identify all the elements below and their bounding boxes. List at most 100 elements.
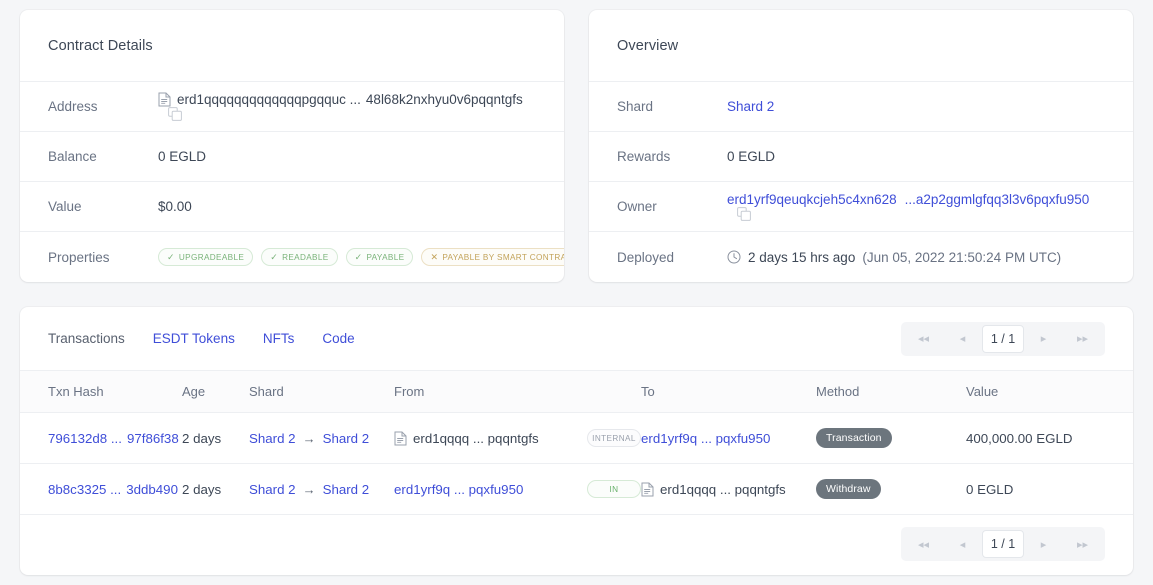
tab-transactions[interactable]: Transactions: [48, 331, 125, 346]
owner-address-suffix-link[interactable]: ...a2p2ggmlgfqq3l3v6pqxfu950: [905, 192, 1090, 207]
cross-icon: ✕: [430, 251, 439, 262]
header-shard: Shard: [249, 371, 394, 413]
direction-badge: INTERNAL: [587, 429, 641, 447]
header-age: Age: [182, 371, 249, 413]
direction-badge: IN: [587, 480, 641, 498]
detail-row-shard: Shard Shard 2: [589, 82, 1133, 132]
properties-label: Properties: [48, 249, 110, 265]
overview-card: Overview Shard Shard 2 Rewards 0 EGLD Ow…: [589, 10, 1133, 282]
shard-route: Shard 2 → Shard 2: [249, 482, 394, 497]
txn-hash-prefix-link[interactable]: 8b8c3325 ...: [48, 482, 121, 497]
table-header-row: Txn Hash Age Shard From To Method Value: [20, 371, 1133, 413]
arrow-right-icon: →: [302, 481, 316, 497]
cell-to: erd1qqqq ... pqqntgfs: [641, 463, 816, 515]
pagination-prev-button[interactable]: ◂: [943, 325, 982, 353]
shard-from-link[interactable]: Shard 2: [249, 482, 296, 497]
rewards-label: Rewards: [617, 149, 671, 164]
table-footer: ◂◂ ◂ 1 / 1 ▸ ▸▸: [20, 515, 1133, 575]
cell-shard: Shard 2 → Shard 2: [249, 412, 394, 464]
owner-value: erd1yrf9qeuqkcjeh5c4xn628 ...a2p2ggmlgfq…: [727, 192, 1105, 221]
overview-header: Overview: [589, 10, 1133, 82]
badge-readable-label: READABLE: [282, 252, 329, 262]
shard-to-link[interactable]: Shard 2: [323, 431, 370, 446]
from-address-link[interactable]: erd1yrf9q ... pqxfu950: [394, 482, 523, 497]
cell-shard: Shard 2 → Shard 2: [249, 463, 394, 515]
address-suffix: 48l68k2nxhyu0v6pqqntgfs: [365, 92, 523, 107]
badge-upgradeable-label: UPGRADEABLE: [178, 252, 245, 262]
document-icon: [158, 92, 171, 107]
cell-from: erd1yrf9q ... pqxfu950 IN: [394, 463, 641, 515]
pagination-top: ◂◂ ◂ 1 / 1 ▸ ▸▸: [901, 321, 1105, 356]
check-icon: ✓: [354, 251, 363, 262]
header-value: Value: [966, 371, 1133, 413]
to-address-text: erd1qqqq ... pqqntgfs: [660, 481, 786, 497]
arrow-right-icon: →: [302, 430, 316, 446]
header-from: From: [394, 371, 641, 413]
tab-esdt-tokens[interactable]: ESDT Tokens: [153, 331, 235, 346]
deployed-absolute: (Jun 05, 2022 21:50:24 PM UTC): [862, 249, 1062, 265]
document-icon: [641, 482, 654, 497]
to-address-link[interactable]: erd1yrf9q ... pqxfu950: [641, 431, 770, 446]
cell-from: erd1qqqq ... pqqntgfs INTERNAL: [394, 412, 641, 464]
badge-payable-by-smart-contract-label: PAYABLE BY SMART CONTRACT: [442, 252, 564, 262]
detail-row-address: Address erd1qqqqqqqqqqqqqpgqquc ... 48l6…: [20, 82, 564, 132]
detail-row-balance: Balance 0 EGLD: [20, 132, 564, 182]
contract-details-card: Contract Details Address erd1qqqqqqqqqqq…: [20, 10, 564, 282]
overview-title: Overview: [617, 37, 679, 54]
table-body: 796132d8 ... 97f86f38 2 days Shard 2 → Sh…: [20, 412, 1133, 515]
from-address-group: erd1yrf9q ... pqxfu950: [394, 482, 523, 497]
shard-from-link[interactable]: Shard 2: [249, 431, 296, 446]
cell-method: Withdraw: [816, 463, 966, 515]
txn-hash-suffix-link[interactable]: 97f86f38: [127, 431, 179, 446]
badge-readable: ✓ READABLE: [261, 248, 338, 266]
badge-payable-by-smart-contract: ✕ PAYABLE BY SMART CONTRACT: [421, 248, 564, 266]
copy-icon[interactable]: [737, 207, 751, 221]
pagination-bottom: ◂◂ ◂ 1 / 1 ▸ ▸▸: [901, 527, 1105, 561]
table-row: 796132d8 ... 97f86f38 2 days Shard 2 → Sh…: [20, 412, 1133, 464]
cell-to: erd1yrf9q ... pqxfu950: [641, 412, 816, 464]
check-icon: ✓: [167, 251, 175, 262]
pagination-current-page: 1 / 1: [982, 324, 1024, 353]
pagination-next-button[interactable]: ▸: [1024, 325, 1063, 353]
detail-row-deployed: Deployed 2 days 15 hrs ago (Jun 05, 2022…: [589, 232, 1133, 282]
pagination-last-button[interactable]: ▸▸: [1063, 325, 1102, 353]
address-value: erd1qqqqqqqqqqqqqpgqquc ... 48l68k2nxhyu…: [158, 92, 536, 121]
deployed-value: 2 days 15 hrs ago (Jun 05, 2022 21:50:24…: [727, 250, 1061, 265]
txn-hash-prefix-link[interactable]: 796132d8 ...: [48, 431, 122, 446]
properties-badges: ✓ UPGRADEABLE ✓ READABLE ✓ PAYABLE ✕ PAY…: [158, 248, 564, 266]
properties-value: ✓ UPGRADEABLE ✓ READABLE ✓ PAYABLE ✕ PAY…: [158, 248, 564, 266]
rewards-value: 0 EGLD: [727, 149, 776, 164]
deployed-relative: 2 days 15 hrs ago: [748, 249, 856, 265]
deployed-label: Deployed: [617, 249, 675, 265]
pagination-first-button[interactable]: ◂◂: [904, 530, 943, 558]
balance-value: 0 EGLD: [158, 149, 207, 164]
from-address-group: erd1qqqq ... pqqntgfs: [394, 431, 539, 446]
pagination-first-button[interactable]: ◂◂: [904, 325, 943, 353]
shard-link[interactable]: Shard 2: [727, 99, 774, 114]
detail-row-owner: Owner erd1yrf9qeuqkcjeh5c4xn628 ...a2p2g…: [589, 182, 1133, 232]
cell-age: 2 days: [182, 412, 249, 464]
txn-hash-suffix-link[interactable]: 3ddb490: [126, 482, 178, 497]
pagination-last-button[interactable]: ▸▸: [1063, 530, 1102, 558]
detail-row-rewards: Rewards 0 EGLD: [589, 132, 1133, 182]
pagination-prev-button[interactable]: ◂: [943, 530, 982, 558]
pagination-next-button[interactable]: ▸: [1024, 530, 1063, 558]
owner-address-prefix-link[interactable]: erd1yrf9qeuqkcjeh5c4xn628: [727, 192, 897, 207]
detail-row-properties: Properties ✓ UPGRADEABLE ✓ READABLE ✓ PA…: [20, 232, 564, 282]
balance-label: Balance: [48, 149, 97, 164]
value-label: Value: [48, 199, 82, 214]
to-address-group: erd1qqqq ... pqqntgfs: [641, 482, 816, 497]
clock-icon: [727, 250, 741, 264]
check-icon: ✓: [270, 251, 279, 262]
cell-value: 0 EGLD: [966, 463, 1133, 515]
contract-details-header: Contract Details: [20, 10, 564, 82]
to-address-group: erd1yrf9q ... pqxfu950: [641, 431, 816, 446]
shard-to-link[interactable]: Shard 2: [323, 482, 370, 497]
copy-icon[interactable]: [168, 107, 182, 121]
method-badge: Withdraw: [816, 479, 881, 499]
tab-nfts[interactable]: NFTs: [263, 331, 295, 346]
cell-method: Transaction: [816, 412, 966, 464]
tab-code[interactable]: Code: [322, 331, 354, 346]
from-address-text: erd1qqqq ... pqqntgfs: [413, 430, 539, 446]
pagination-current-page: 1 / 1: [982, 530, 1024, 558]
